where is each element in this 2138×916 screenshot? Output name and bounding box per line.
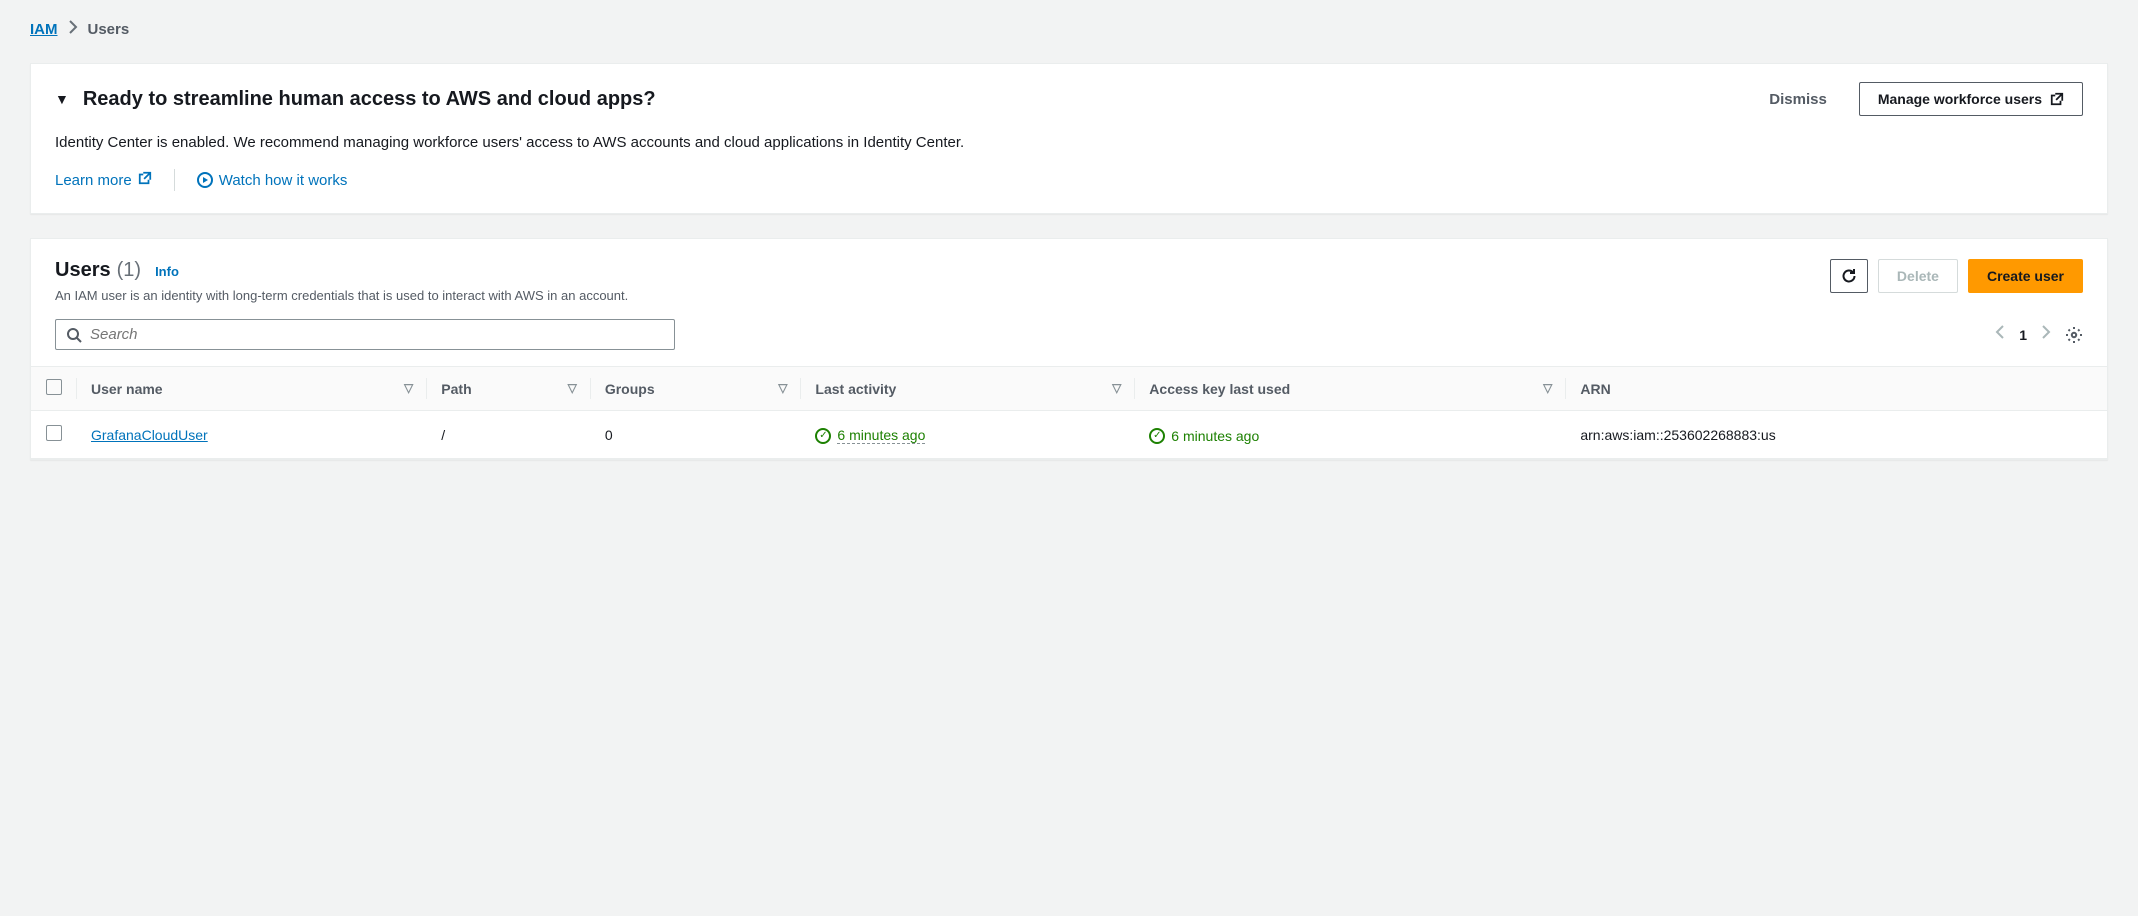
breadcrumb-root-link[interactable]: IAM (30, 21, 58, 38)
info-link[interactable]: Info (155, 264, 179, 279)
breadcrumb: IAM Users (30, 20, 2108, 39)
users-title: Users (1) Info (55, 259, 179, 282)
col-path[interactable]: Path▽ (427, 367, 591, 411)
external-link-icon (2050, 92, 2064, 106)
page-next-button[interactable] (2041, 324, 2051, 345)
col-arn[interactable]: ARN (1566, 367, 2107, 411)
sort-icon: ▽ (1112, 381, 1121, 395)
divider (174, 169, 175, 191)
sort-icon: ▽ (1543, 381, 1552, 395)
cell-path: / (427, 411, 591, 459)
col-last-activity[interactable]: Last activity▽ (801, 367, 1135, 411)
refresh-button[interactable] (1830, 259, 1868, 293)
manage-workforce-label: Manage workforce users (1878, 91, 2042, 107)
col-user-name[interactable]: User name▽ (77, 367, 427, 411)
table-row: GrafanaCloudUser / 0 ✓ 6 minutes ago ✓ 6… (31, 411, 2107, 459)
page-number: 1 (2019, 327, 2027, 343)
user-name-link[interactable]: GrafanaCloudUser (91, 427, 208, 443)
cell-arn: arn:aws:iam::253602268883:us (1566, 411, 2107, 459)
access-key-text: 6 minutes ago (1171, 428, 1259, 444)
check-circle-icon: ✓ (1149, 428, 1165, 444)
sort-icon: ▽ (568, 381, 577, 395)
search-icon (66, 327, 82, 343)
col-groups[interactable]: Groups▽ (591, 367, 802, 411)
search-input-wrapper[interactable] (55, 319, 675, 350)
users-description: An IAM user is an identity with long-ter… (55, 288, 1830, 303)
banner-body-text: Identity Center is enabled. We recommend… (55, 134, 2083, 151)
external-link-icon (138, 171, 152, 189)
cell-groups: 0 (591, 411, 802, 459)
users-count: (1) (117, 259, 141, 282)
learn-more-link[interactable]: Learn more (55, 171, 152, 189)
sort-icon: ▽ (404, 381, 413, 395)
last-activity: ✓ 6 minutes ago (815, 427, 925, 444)
row-checkbox[interactable] (46, 425, 62, 441)
identity-center-banner: ▼ Ready to streamline human access to AW… (30, 63, 2108, 214)
users-table: User name▽ Path▽ Groups▽ Last activity▽ … (31, 366, 2107, 459)
dismiss-button[interactable]: Dismiss (1769, 91, 1827, 108)
banner-title: Ready to streamline human access to AWS … (83, 88, 1755, 111)
checkbox-icon[interactable] (46, 379, 62, 395)
access-key-last-used: ✓ 6 minutes ago (1149, 428, 1259, 444)
chevron-right-icon (68, 20, 78, 39)
search-input[interactable] (90, 326, 664, 343)
breadcrumb-current: Users (88, 21, 130, 38)
refresh-icon (1841, 268, 1857, 284)
users-title-text: Users (55, 259, 111, 282)
manage-workforce-users-button[interactable]: Manage workforce users (1859, 82, 2083, 116)
delete-button: Delete (1878, 259, 1958, 293)
check-circle-icon: ✓ (815, 428, 831, 444)
users-panel: Users (1) Info An IAM user is an identit… (30, 238, 2108, 460)
settings-button[interactable] (2065, 326, 2083, 344)
page-prev-button[interactable] (1995, 324, 2005, 345)
watch-how-it-works-link[interactable]: Watch how it works (197, 172, 348, 189)
select-all-header[interactable] (31, 367, 77, 411)
watch-label: Watch how it works (219, 172, 348, 189)
play-circle-icon (197, 172, 213, 188)
caret-down-icon[interactable]: ▼ (55, 91, 69, 107)
sort-icon: ▽ (778, 381, 787, 395)
pagination: 1 (1995, 324, 2083, 345)
learn-more-label: Learn more (55, 172, 132, 189)
last-activity-text: 6 minutes ago (837, 427, 925, 444)
create-user-button[interactable]: Create user (1968, 259, 2083, 293)
col-access-key[interactable]: Access key last used▽ (1135, 367, 1566, 411)
